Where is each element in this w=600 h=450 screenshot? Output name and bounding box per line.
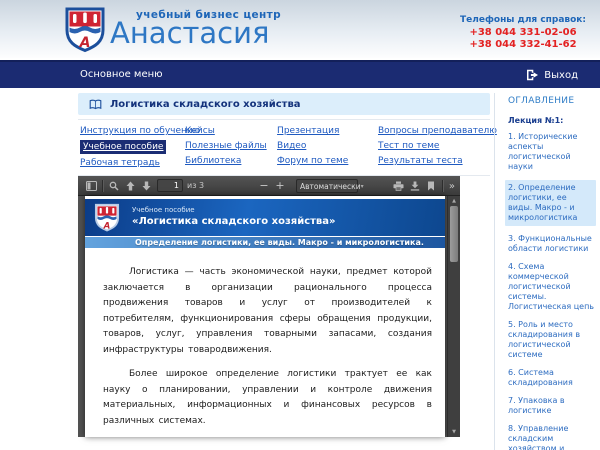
printer-icon — [393, 181, 404, 191]
course-menu-col-3: Презентация Видео Форум по теме — [277, 125, 378, 169]
bookmark-icon — [427, 181, 435, 191]
course-menu-col-2: Кейсы Полезные файлы Библиотека — [185, 125, 277, 169]
bookmark-button[interactable] — [423, 178, 439, 194]
pdf-toolbar: из 3 − + Автоматически ▾ — [78, 176, 460, 196]
brand-block[interactable]: учебный бизнес центр Анастасия — [110, 9, 281, 48]
search-icon — [109, 181, 119, 191]
site-header: А учебный бизнес центр Анастасия Телефон… — [0, 0, 600, 58]
pdf-viewer: из 3 − + Автоматически ▾ — [78, 176, 460, 437]
menu-link-test[interactable]: Тест по теме — [378, 140, 439, 152]
document-body: Логистика — часть экономической науки, п… — [85, 248, 445, 437]
brand-name: Анастасия — [110, 18, 281, 48]
menu-link-textbook[interactable]: Учебное пособие — [80, 140, 166, 154]
toc-item-2[interactable]: 2. Определение логистики, ее виды. Макро… — [505, 180, 596, 226]
course-menu: Инструкция по обучению Учебное пособие Р… — [78, 119, 490, 176]
next-page-button[interactable] — [138, 178, 154, 194]
download-button[interactable] — [407, 178, 423, 194]
toc-lecture-1-label: Лекция №1: — [508, 116, 596, 125]
toc-item-3[interactable]: 3. Функциональные области логистики — [508, 234, 596, 254]
menu-link-workbook[interactable]: Рабочая тетрадь — [80, 157, 160, 169]
sidebar-divider — [494, 93, 495, 450]
zoom-in-button[interactable]: + — [272, 177, 288, 195]
paragraph-2: Более широкое определение логистики трак… — [103, 367, 432, 429]
toc-item-6[interactable]: 6. Система складирования — [508, 368, 596, 388]
toc-item-8[interactable]: 8. Управление складским хозяйством и скл… — [508, 424, 596, 450]
main-navbar: Основное меню Выход — [0, 60, 600, 88]
scroll-down-icon[interactable]: ▼ — [448, 429, 460, 435]
chevron-down-icon: ▾ — [361, 183, 364, 190]
toolbar-separator — [102, 180, 103, 192]
find-button[interactable] — [106, 178, 122, 194]
toc-item-4[interactable]: 4. Схема коммерческой логистической сист… — [508, 262, 596, 312]
menu-link-library[interactable]: Библиотека — [185, 155, 241, 167]
zoom-mode-select[interactable]: Автоматически ▾ — [296, 179, 358, 193]
document-header-banner: А Учебное пособие «Логистика складского … — [85, 199, 445, 236]
menu-link-video[interactable]: Видео — [277, 140, 306, 152]
zoom-mode-value: Автоматически — [300, 182, 361, 191]
zoom-controls: − + Автоматически ▾ — [256, 176, 358, 196]
phone-number-2: +38 044 332-41-62 — [460, 39, 586, 51]
page-number-input[interactable] — [157, 179, 183, 192]
menu-link-files[interactable]: Полезные файлы — [185, 140, 267, 152]
menu-link-results[interactable]: Результаты теста — [378, 155, 463, 167]
scroll-up-icon[interactable]: ▲ — [448, 198, 460, 204]
zoom-out-button[interactable]: − — [256, 177, 272, 195]
sidebar-toggle-icon — [86, 181, 97, 191]
arrow-down-icon — [142, 181, 151, 191]
toc-heading: ОГЛАВЛЕНИЕ — [508, 96, 596, 106]
toolbar-separator — [442, 180, 443, 192]
document-type-label: Учебное пособие — [132, 206, 195, 214]
more-tools-button[interactable]: » — [449, 181, 455, 192]
phone-number-1: +38 044 331-02-06 — [460, 27, 586, 39]
print-button[interactable] — [391, 178, 407, 194]
toc-item-7[interactable]: 7. Упаковка в логистике — [508, 396, 596, 416]
menu-link-forum[interactable]: Форум по теме — [277, 155, 348, 167]
page-count-label: из 3 — [187, 181, 204, 190]
pdf-body: А Учебное пособие «Логистика складского … — [78, 196, 460, 437]
sidebar-toggle-button[interactable] — [83, 178, 99, 194]
page: А учебный бизнес центр Анастасия Телефон… — [0, 0, 600, 450]
course-title: Логистика складского хозяйства — [110, 99, 301, 110]
logout-button[interactable]: Выход — [526, 62, 578, 88]
scrollbar-thumb[interactable] — [450, 206, 458, 262]
section-title-bar: Определение логистики, ее виды. Макро - … — [85, 237, 445, 248]
site-logo-coat-of-arms-icon[interactable]: А — [64, 6, 106, 53]
paragraph-1: Логистика — часть экономической науки, п… — [103, 265, 432, 358]
main-menu-link[interactable]: Основное меню — [80, 62, 163, 88]
menu-link-questions[interactable]: Вопросы преподавателю — [378, 125, 497, 137]
logout-label: Выход — [544, 70, 578, 81]
course-menu-col-1: Инструкция по обучению Учебное пособие Р… — [80, 125, 185, 169]
pdf-page: А Учебное пособие «Логистика складского … — [85, 196, 445, 437]
document-logo-coat-of-arms-icon: А — [94, 203, 120, 232]
toc-item-5[interactable]: 5. Роль и место складирования в логистич… — [508, 320, 596, 360]
toc-item-1[interactable]: 1. Исторические аспекты логистической на… — [508, 132, 596, 172]
book-icon — [89, 99, 102, 110]
svg-text:А: А — [103, 221, 111, 231]
arrow-up-icon — [126, 181, 135, 191]
document-title: «Логистика складского хозяйства» — [132, 216, 335, 227]
svg-text:А: А — [79, 35, 91, 51]
phones-label: Телефоны для справок: — [460, 15, 586, 25]
toc-sidebar: ОГЛАВЛЕНИЕ Лекция №1: 1. Исторические ас… — [508, 96, 596, 450]
pdf-scrollbar[interactable]: ▲ ▼ — [447, 196, 460, 437]
contact-phones: Телефоны для справок: +38 044 331-02-06 … — [460, 15, 586, 51]
download-icon — [410, 181, 420, 191]
logout-icon — [526, 69, 539, 81]
menu-link-presentation[interactable]: Презентация — [277, 125, 339, 137]
toolbar-right-group: » — [391, 176, 455, 196]
menu-link-cases[interactable]: Кейсы — [185, 125, 215, 137]
menu-link-instruction[interactable]: Инструкция по обучению — [80, 125, 200, 137]
course-titlebar: Логистика складского хозяйства — [78, 93, 490, 115]
previous-page-button[interactable] — [122, 178, 138, 194]
course-menu-col-4: Вопросы преподавателю Тест по теме Резул… — [378, 125, 488, 169]
